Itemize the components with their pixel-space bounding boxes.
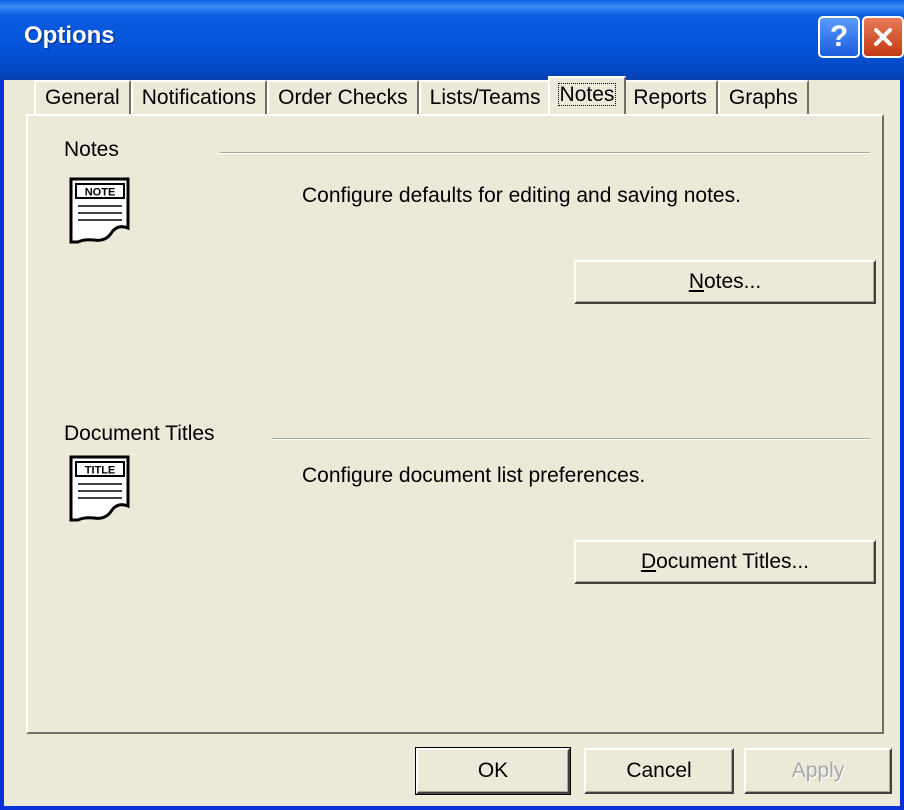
close-button[interactable] [862,16,904,58]
window-title: Options [24,22,115,49]
document-titles-divider [272,438,870,440]
notes-button[interactable]: Notes... [574,260,876,304]
notes-button-mnemonic: N [688,270,704,293]
notes-description: Configure defaults for editing and savin… [302,184,741,207]
note-document-icon: NOTE [69,177,130,244]
document-titles-heading: Document Titles [64,422,215,445]
document-titles-button-label: ocument Titles... [656,550,810,573]
tab-reports[interactable]: Reports [622,80,718,114]
tab-label: General [45,86,120,109]
close-icon [874,28,892,46]
tab-label: Notes [557,83,617,106]
tab-label: Order Checks [278,86,408,109]
apply-button[interactable]: Apply [744,748,892,794]
notes-button-label: otes... [703,270,762,293]
options-dialog: Options ? General Notifications Order Ch… [0,0,904,810]
tab-general[interactable]: General [34,80,131,114]
notes-tab-panel: Notes NOTE Configure defaults for editin… [26,114,884,734]
tab-label: Reports [633,86,707,109]
notes-divider [220,152,870,154]
tab-label: Notifications [141,86,257,109]
tab-graphs[interactable]: Graphs [717,80,809,114]
tab-lists-teams[interactable]: Lists/Teams [418,80,552,114]
help-button[interactable]: ? [818,16,860,58]
tab-notifications[interactable]: Notifications [130,80,268,114]
document-titles-description: Configure document list preferences. [302,464,646,487]
tab-strip: General Notifications Order Checks Lists… [34,76,809,114]
note-icon-label: NOTE [85,187,116,199]
ok-button[interactable]: OK [415,747,571,795]
title-document-icon: TITLE [69,455,130,522]
title-bar[interactable]: Options ? [0,0,904,80]
tab-label: Graphs [728,86,798,109]
cancel-button[interactable]: Cancel [584,748,734,794]
tab-order-checks[interactable]: Order Checks [267,80,419,114]
title-icon-label: TITLE [85,465,116,477]
document-titles-button[interactable]: Document Titles... [574,540,876,584]
notes-heading: Notes [64,138,119,161]
tab-label: Lists/Teams [429,86,541,109]
document-titles-button-mnemonic: D [640,550,657,573]
tab-notes[interactable]: Notes [547,76,627,114]
